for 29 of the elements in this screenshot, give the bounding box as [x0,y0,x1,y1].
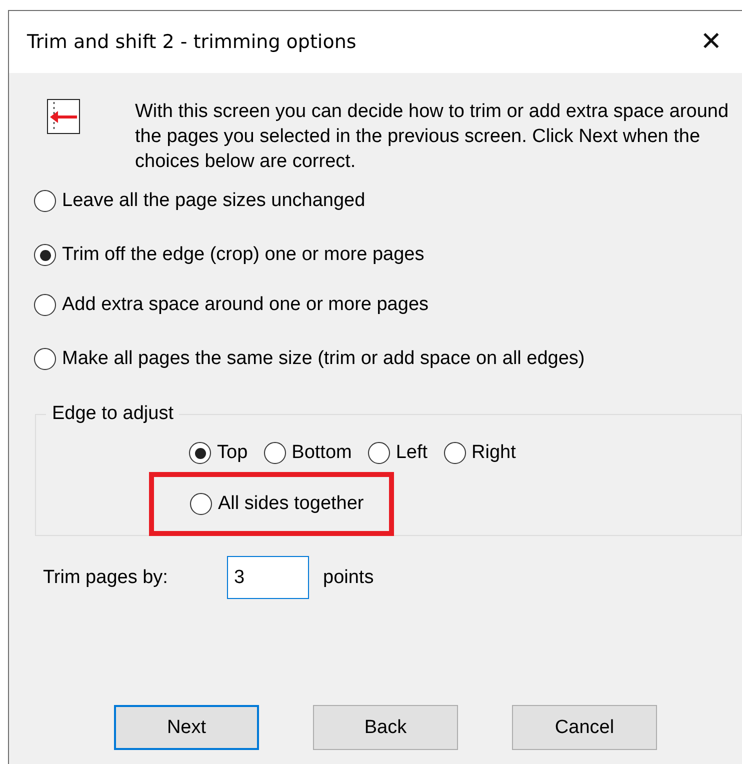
radio-option[interactable]: Bottom [264,441,352,465]
radio-option[interactable]: Make all pages the same size (trim or add space on all edges) [34,347,585,371]
close-button[interactable]: ✕ [694,27,728,57]
radio-option[interactable]: Leave all the page sizes unchanged [34,189,366,213]
radio-option[interactable]: Right [444,441,516,465]
radio-option[interactable]: Top [189,441,248,465]
radio-button[interactable] [190,493,212,515]
radio-option[interactable]: All sides together [190,492,364,516]
field-label: Trim pages by: [43,566,169,588]
group-title: Edge to adjust [51,403,174,425]
radio-button[interactable] [34,244,56,266]
radio-button[interactable] [34,348,56,370]
dialog-button[interactable]: Back [313,705,458,750]
radio-button[interactable] [444,442,466,464]
radio-button[interactable] [34,294,56,316]
unit-label: points [323,566,374,588]
radio-option[interactable]: Trim off the edge (crop) one or more pages [34,243,424,267]
radio-option[interactable]: Left [368,441,428,465]
dialog-button[interactable]: Cancel [512,705,657,750]
radio-button[interactable] [264,442,286,464]
radio-button[interactable] [34,190,56,212]
dialog-button[interactable]: Next [114,705,259,750]
radio-button[interactable] [368,442,390,464]
input-field[interactable]: 3 [227,556,309,599]
trim-edge-icon [47,99,80,134]
radio-option[interactable]: Add extra space around one or more pages [34,293,429,317]
window-title: Trim and shift 2 - trimming options [27,31,356,53]
radio-button[interactable] [189,442,211,464]
instruction-text: With this screen you can decide how to trim or add extra space around the pages you selected in the previous screen. Click Next when the choices below are correct. [135,100,730,174]
